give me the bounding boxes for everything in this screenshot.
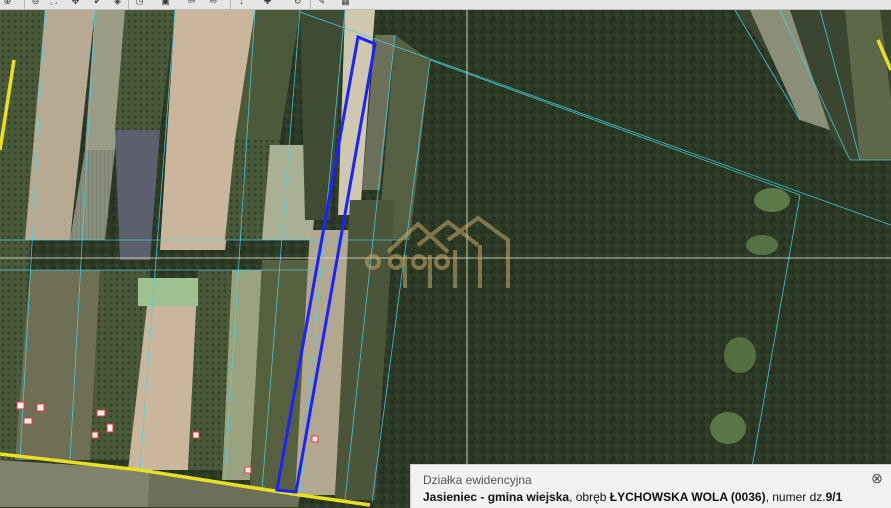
- map-toolbar: ⊕ ⊖ ⛶ ✥ ✔ ◈ ◷ ▣ ⇦ ⇨ ↓ ✚ ↻ ✎ ▦: [0, 0, 891, 10]
- toolbar-separator: [230, 0, 231, 9]
- zoom-in-icon[interactable]: ⊕: [2, 0, 13, 7]
- gmina-name: Jasieniec - gmina wiejska: [423, 490, 570, 504]
- obreb-prefix: , obręb: [569, 490, 610, 504]
- pan-icon[interactable]: ✥: [70, 0, 81, 7]
- select-icon[interactable]: ◈: [112, 0, 123, 7]
- identify-icon[interactable]: ✔: [92, 0, 103, 7]
- info-panel-title: Działka ewidencyjna: [423, 473, 532, 487]
- close-icon[interactable]: ⊗: [869, 470, 885, 486]
- obreb-name: ŁYCHOWSKA WOLA (0036): [609, 490, 766, 504]
- layers-icon[interactable]: ▣: [160, 0, 171, 7]
- zoom-extent-icon[interactable]: ⛶: [48, 0, 59, 7]
- info-icon[interactable]: ✚: [262, 0, 273, 7]
- forward-icon[interactable]: ↓: [236, 0, 247, 7]
- numer-prefix: , numer dz.: [765, 490, 826, 504]
- toolbar-separator: [24, 0, 25, 9]
- edit-icon[interactable]: ✎: [316, 0, 327, 7]
- print-icon[interactable]: ⇦: [186, 0, 197, 7]
- parcel-number: 9/1: [825, 490, 843, 504]
- map-view[interactable]: [0, 0, 891, 507]
- toolbar-separator: [128, 0, 129, 9]
- zoom-out-icon[interactable]: ⊖: [30, 0, 41, 7]
- parcel-info-panel: Działka ewidencyjna Jasieniec - gmina wi…: [410, 464, 891, 508]
- measure-icon[interactable]: ◷: [134, 0, 145, 7]
- parcel-description: Jasieniec - gmina wiejska, obręb ŁYCHOWS…: [423, 490, 842, 504]
- toolbar-separator: [310, 0, 311, 9]
- legend-icon[interactable]: ↻: [292, 0, 303, 7]
- color-palette-icon[interactable]: ▦: [340, 0, 351, 7]
- back-icon[interactable]: ⇨: [208, 0, 219, 7]
